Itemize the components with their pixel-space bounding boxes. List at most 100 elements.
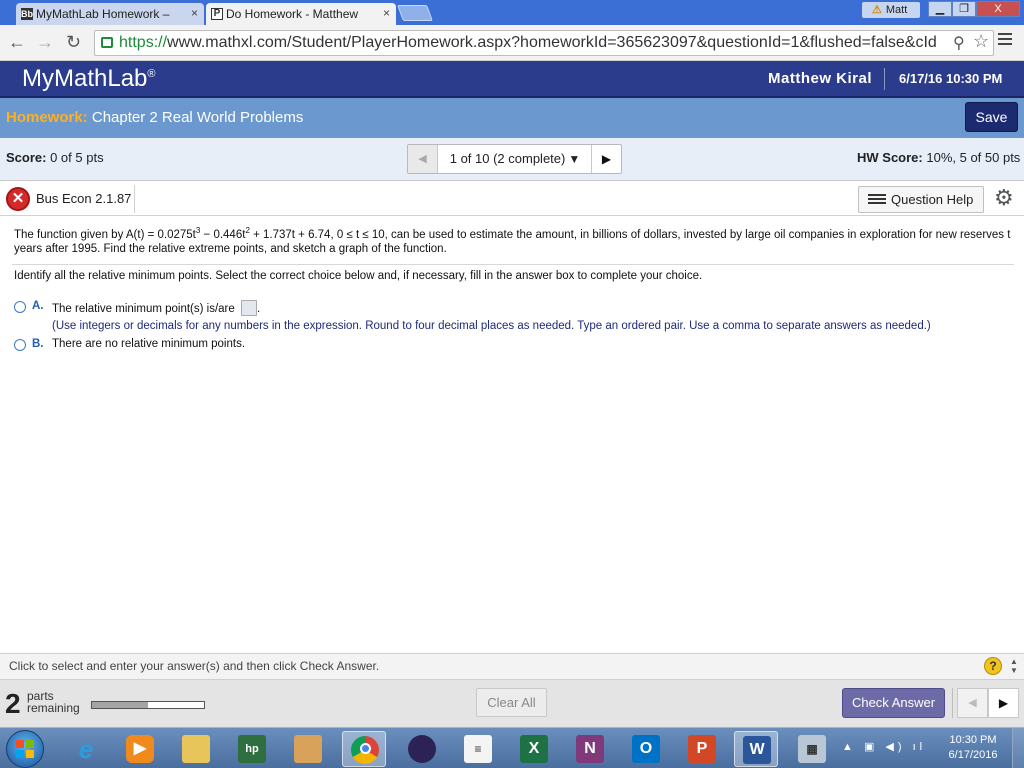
- zoom-icon[interactable]: ⚲: [953, 33, 965, 53]
- homework-bar: Homework: Chapter 2 Real World Problems …: [0, 98, 1024, 138]
- taskbar-outlook[interactable]: O: [624, 731, 668, 767]
- back-arrow-icon[interactable]: ←: [8, 32, 26, 53]
- divider: [952, 688, 953, 718]
- scroll-arrows-icon[interactable]: ▲ ▼: [1010, 657, 1018, 675]
- tab-mymathlab-homework[interactable]: Bb MyMathLab Homework – ×: [16, 3, 204, 25]
- chrome-icon: [351, 736, 379, 764]
- option-letter: B.: [32, 338, 44, 350]
- header-divider: [884, 68, 885, 90]
- tab-title: Do Homework - Matthew: [226, 7, 359, 21]
- homework-name: Chapter 2 Real World Problems: [91, 109, 304, 126]
- close-window-button[interactable]: X: [976, 1, 1020, 17]
- profile-badge[interactable]: ⚠ Matt: [862, 2, 920, 18]
- media-player-icon: ▶: [126, 735, 154, 763]
- next-question-button[interactable]: ▶: [591, 145, 621, 173]
- check-answer-button[interactable]: Check Answer: [842, 688, 945, 718]
- powerpoint-icon: P: [688, 735, 716, 763]
- taskbar-word[interactable]: W: [734, 731, 778, 767]
- next-part-button[interactable]: ▶: [988, 688, 1019, 718]
- progress-fill: [92, 702, 148, 708]
- question-select-dropdown[interactable]: 1 of 10 (2 complete) ▼: [439, 145, 591, 173]
- news-icon: ≡: [464, 735, 492, 763]
- divider: [134, 185, 135, 213]
- internet-explorer-icon: e: [78, 734, 94, 764]
- taskbar-clock[interactable]: 10:30 PM 6/17/2016: [940, 733, 1006, 763]
- taskbar-calculator[interactable]: ▦: [790, 731, 834, 767]
- gear-icon[interactable]: ⚙: [994, 185, 1014, 211]
- action-bar: 2 parts remaining Clear All Check Answer …: [0, 679, 1024, 727]
- date-time: 6/17/16 10:30 PM: [899, 71, 1003, 86]
- tab-do-homework[interactable]: P Do Homework - Matthew ×: [206, 3, 396, 25]
- previous-part-button[interactable]: ◀: [957, 688, 988, 718]
- taskbar-paint[interactable]: [286, 731, 330, 767]
- homework-title: Homework: Chapter 2 Real World Problems: [6, 109, 303, 126]
- answer-input-box[interactable]: [240, 300, 257, 316]
- chrome-menu-icon[interactable]: [998, 33, 1012, 47]
- browser-tab-strip: Bb MyMathLab Homework – × P Do Homework …: [0, 0, 1024, 25]
- mymathlab-logo[interactable]: MyMathLab®: [22, 65, 156, 93]
- question-header: ✕ Bus Econ 2.1.87 Question Help ⚙: [0, 182, 1024, 216]
- score: Score: 0 of 5 pts: [6, 150, 104, 165]
- taskbar-excel[interactable]: X: [512, 731, 556, 767]
- outlook-icon: O: [632, 735, 660, 763]
- taskbar-media-player[interactable]: ▶: [118, 731, 162, 767]
- close-icon[interactable]: ×: [383, 6, 390, 20]
- lock-icon: [101, 37, 113, 48]
- chevron-down-icon: ▼: [568, 152, 581, 166]
- minimize-button[interactable]: ▁: [928, 1, 952, 17]
- tab-title: MyMathLab Homework –: [36, 7, 170, 21]
- show-desktop-button[interactable]: [1012, 728, 1024, 768]
- help-question-icon[interactable]: ?: [984, 657, 1002, 675]
- folder-icon: [182, 735, 210, 763]
- hp-printer-icon: hp: [238, 735, 266, 763]
- option-a-hint: (Use integers or decimals for any number…: [52, 320, 931, 332]
- pearson-icon: P: [211, 8, 223, 20]
- taskbar-file-explorer[interactable]: [174, 731, 218, 767]
- question-instruction: Identify all the relative minimum points…: [14, 270, 703, 282]
- taskbar-chrome[interactable]: [342, 731, 386, 767]
- option-b-text: There are no relative minimum points.: [52, 338, 246, 350]
- maximize-button[interactable]: ❐: [952, 1, 976, 17]
- question-help-button[interactable]: Question Help: [858, 186, 984, 213]
- new-tab-button[interactable]: [397, 5, 433, 21]
- incorrect-icon: ✕: [6, 187, 30, 211]
- parts-progress-bar: [91, 701, 205, 709]
- homework-label: Homework:: [6, 109, 88, 126]
- previous-question-button[interactable]: ◀: [408, 145, 438, 173]
- save-button[interactable]: Save: [965, 102, 1018, 132]
- profile-name: Matt: [885, 4, 908, 16]
- url-text[interactable]: https://www.mathxl.com/Student/PlayerHom…: [119, 34, 949, 52]
- bookmark-star-icon[interactable]: ☆: [973, 31, 989, 52]
- close-icon[interactable]: ×: [191, 6, 198, 20]
- radio-option-b[interactable]: [14, 339, 26, 351]
- excel-icon: X: [520, 735, 548, 763]
- option-letter: A.: [32, 300, 44, 312]
- word-icon: W: [743, 736, 771, 764]
- taskbar-hp-printer[interactable]: hp: [230, 731, 274, 767]
- clear-all-button[interactable]: Clear All: [476, 688, 547, 717]
- mymathlab-header: MyMathLab® Matthew Kiral 6/17/16 10:30 P…: [0, 61, 1024, 98]
- question-divider: [12, 264, 1014, 265]
- status-text: Click to select and enter your answer(s)…: [9, 659, 380, 673]
- taskbar-eclipse[interactable]: [400, 731, 444, 767]
- paint-icon: [294, 735, 322, 763]
- eclipse-icon: [408, 735, 436, 763]
- parts-remaining-count: 2: [5, 688, 21, 719]
- user-name: Matthew Kiral: [768, 70, 873, 87]
- question-id: Bus Econ 2.1.87: [36, 191, 132, 206]
- hw-score: HW Score: 10%, 5 of 50 pts: [857, 150, 1021, 165]
- windows-start-button[interactable]: [6, 730, 44, 768]
- blackboard-icon: Bb: [21, 8, 33, 20]
- address-bar[interactable]: https://www.mathxl.com/Student/PlayerHom…: [94, 30, 994, 56]
- system-tray-icons[interactable]: ▲ ▣ ◀) ıl: [842, 740, 926, 753]
- option-a-text: The relative minimum point(s) is/are .: [52, 300, 260, 316]
- taskbar-onenote[interactable]: N: [568, 731, 612, 767]
- reload-icon[interactable]: ↻: [66, 32, 81, 53]
- onenote-icon: N: [576, 735, 604, 763]
- taskbar-powerpoint[interactable]: P: [680, 731, 724, 767]
- taskbar-news[interactable]: ≡: [456, 731, 500, 767]
- forward-arrow-icon[interactable]: →: [36, 32, 54, 53]
- taskbar-internet-explorer[interactable]: e: [64, 731, 108, 767]
- question-text: The function given by A(t) = 0.0275t3 − …: [14, 226, 1011, 255]
- radio-option-a[interactable]: [14, 301, 26, 313]
